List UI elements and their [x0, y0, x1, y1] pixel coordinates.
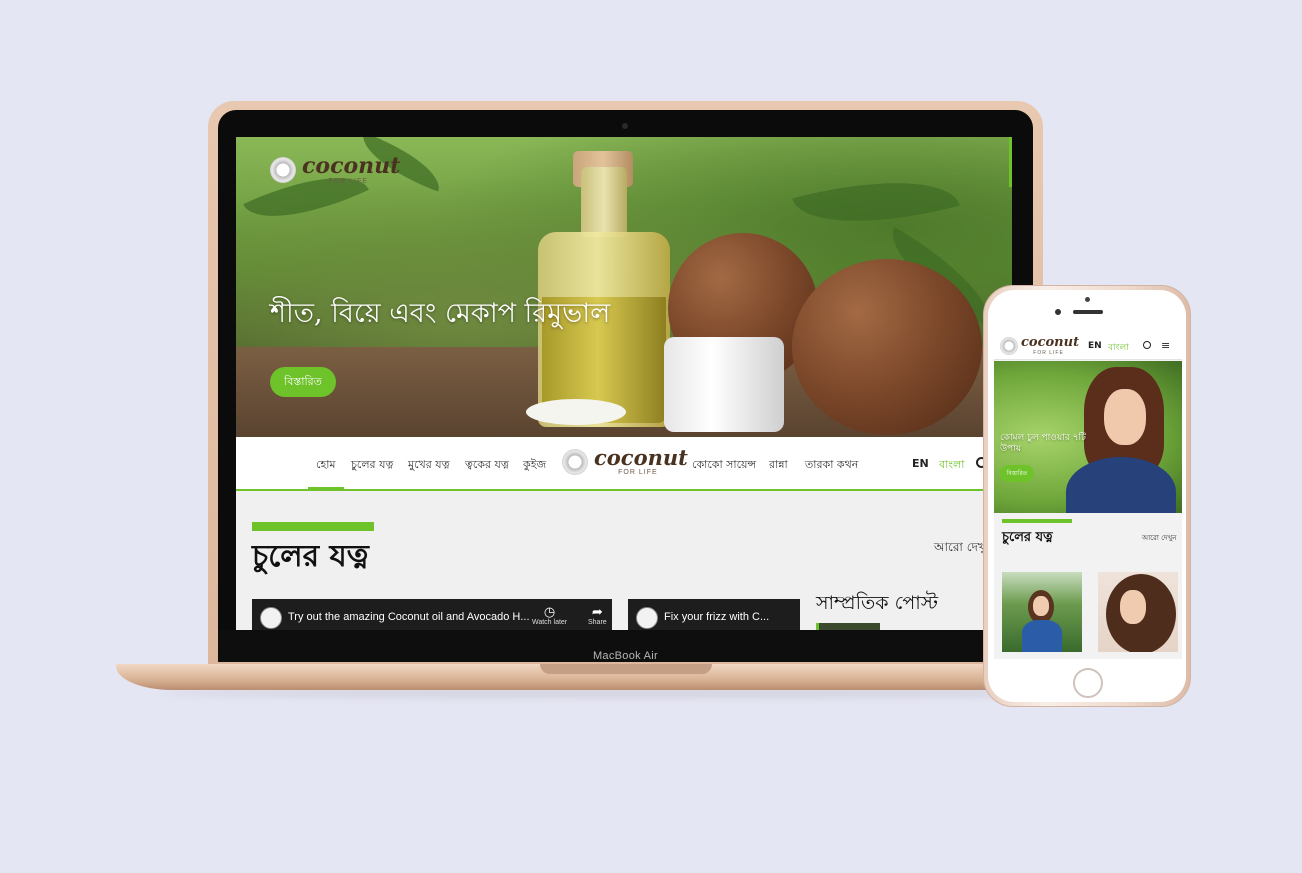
section-accent-bar [252, 522, 374, 531]
recent-posts-title: সাম্প্রতিক পোস্ট [816, 592, 938, 614]
leaf-decoration [792, 157, 960, 247]
post-thumbnail[interactable] [1098, 572, 1178, 652]
thumb-face [1120, 590, 1146, 624]
hero-title: শীত, বিয়ে এবং মেকাপ রিমুভাল [270, 298, 611, 329]
hero-banner: coconut FOR LIFE শীত, বিয়ে এবং মেকাপ রি… [236, 137, 1012, 437]
logo-text: coconut [1021, 335, 1080, 350]
woman-dress [1066, 457, 1176, 513]
hero-details-button[interactable]: বিস্তারিত [270, 367, 336, 397]
oil-bottle-neck [581, 167, 627, 237]
laptop-notch [540, 664, 712, 674]
video-player[interactable]: Fix your frizz with C... [628, 599, 800, 630]
post-thumbnail[interactable] [1002, 572, 1082, 652]
mobile-header: coconut FOR LIFE EN বাংলা ≡ [994, 332, 1182, 360]
logo-subtitle: FOR LIFE [618, 469, 658, 476]
watch-later-label: Watch later [532, 619, 568, 626]
woman-face [1104, 389, 1146, 445]
nav-item-skin-care[interactable]: ত্বকের যত্ন [465, 456, 509, 475]
nav-item-cooking[interactable]: রান্না [769, 456, 788, 475]
recent-post-thumbnail[interactable] [816, 623, 880, 630]
coconut-jar [664, 337, 784, 432]
video-title[interactable]: Try out the amazing Coconut oil and Avoc… [288, 611, 530, 623]
nav-item-face-care[interactable]: মুখের যত্ন [408, 456, 450, 475]
nav-item-coco-science[interactable]: কোকো সায়েন্স [692, 456, 756, 475]
mobile-see-more-link[interactable]: আরো দেখুন [1142, 532, 1176, 544]
logo-subtitle: FOR LIFE [328, 178, 368, 185]
laptop-chin: MacBook Air [218, 630, 1033, 662]
clock-icon: ◷ [543, 604, 556, 619]
mobile-hero: কোমল চুল পাওয়ার ৭টি উপায় বিস্তারিত [994, 361, 1182, 513]
thumb-face [1033, 596, 1049, 616]
phone-device: coconut FOR LIFE EN বাংলা ≡ কোমল চুল পাও… [983, 285, 1191, 707]
main-navigation: হোম চুলের যত্ন মুখের যত্ন ত্বকের যত্ন কু… [236, 437, 1012, 491]
phone-sensor [1085, 297, 1090, 302]
nav-item-quiz[interactable]: কুইজ [523, 456, 546, 475]
mobile-hero-button[interactable]: বিস্তারিত [1000, 465, 1034, 482]
logo-subtitle: FOR LIFE [1033, 350, 1064, 356]
share-label: Share [588, 619, 607, 626]
phone-camera [1055, 309, 1061, 315]
nav-logo[interactable]: coconut FOR LIFE [562, 447, 688, 476]
logo-text: coconut [594, 445, 688, 470]
nav-item-hair-care[interactable]: চুলের যত্ন [351, 456, 394, 475]
phone-screen: coconut FOR LIFE EN বাংলা ≡ কোমল চুল পাও… [994, 332, 1182, 659]
mobile-lang-en[interactable]: EN [1088, 341, 1102, 351]
channel-avatar[interactable] [260, 607, 282, 629]
laptop-camera [622, 123, 628, 129]
channel-avatar[interactable] [636, 607, 658, 629]
coconut-logo-icon [562, 448, 588, 475]
mobile-logo[interactable]: coconut FOR LIFE [1000, 336, 1079, 356]
phone-speaker [1073, 310, 1103, 314]
search-icon[interactable] [1143, 341, 1151, 349]
video-player[interactable]: Try out the amazing Coconut oil and Avoc… [252, 599, 612, 630]
nav-item-celebrity-talk[interactable]: তারকা কথন [805, 456, 858, 475]
coconut-logo-icon [1000, 337, 1018, 355]
scroll-indicator [1009, 137, 1012, 187]
mobile-hero-title: কোমল চুল পাওয়ার ৭টি উপায় [1000, 433, 1086, 454]
lang-bn-link[interactable]: বাংলা [939, 456, 964, 475]
section-title: চুলের যত্ন [252, 539, 369, 574]
watch-later-button[interactable]: ◷ Watch later [532, 604, 568, 627]
mobile-section-title: চুলের যত্ন [1002, 530, 1053, 545]
mobile-lang-bn[interactable]: বাংলা [1108, 340, 1129, 355]
video-title[interactable]: Fix your frizz with C... [664, 611, 769, 623]
coconut-logo-icon [270, 157, 296, 183]
coconut-flesh [526, 399, 626, 425]
logo-text: coconut [302, 153, 401, 179]
hero-logo[interactable]: coconut FOR LIFE [270, 155, 400, 185]
hamburger-menu-icon[interactable]: ≡ [1161, 339, 1170, 352]
share-icon: ➦ [591, 604, 603, 619]
home-button[interactable] [1073, 668, 1103, 698]
share-button[interactable]: ➦ Share [588, 604, 607, 627]
lang-en-link[interactable]: EN [912, 457, 929, 470]
nav-item-home[interactable]: হোম [308, 456, 343, 489]
mobile-section-accent-bar [1002, 519, 1072, 523]
coconut-image [792, 259, 982, 435]
laptop-screen: coconut FOR LIFE শীত, বিয়ে এবং মেকাপ রি… [236, 137, 1012, 630]
thumb-jacket [1022, 620, 1062, 652]
laptop-brand-label: MacBook Air [592, 650, 659, 662]
